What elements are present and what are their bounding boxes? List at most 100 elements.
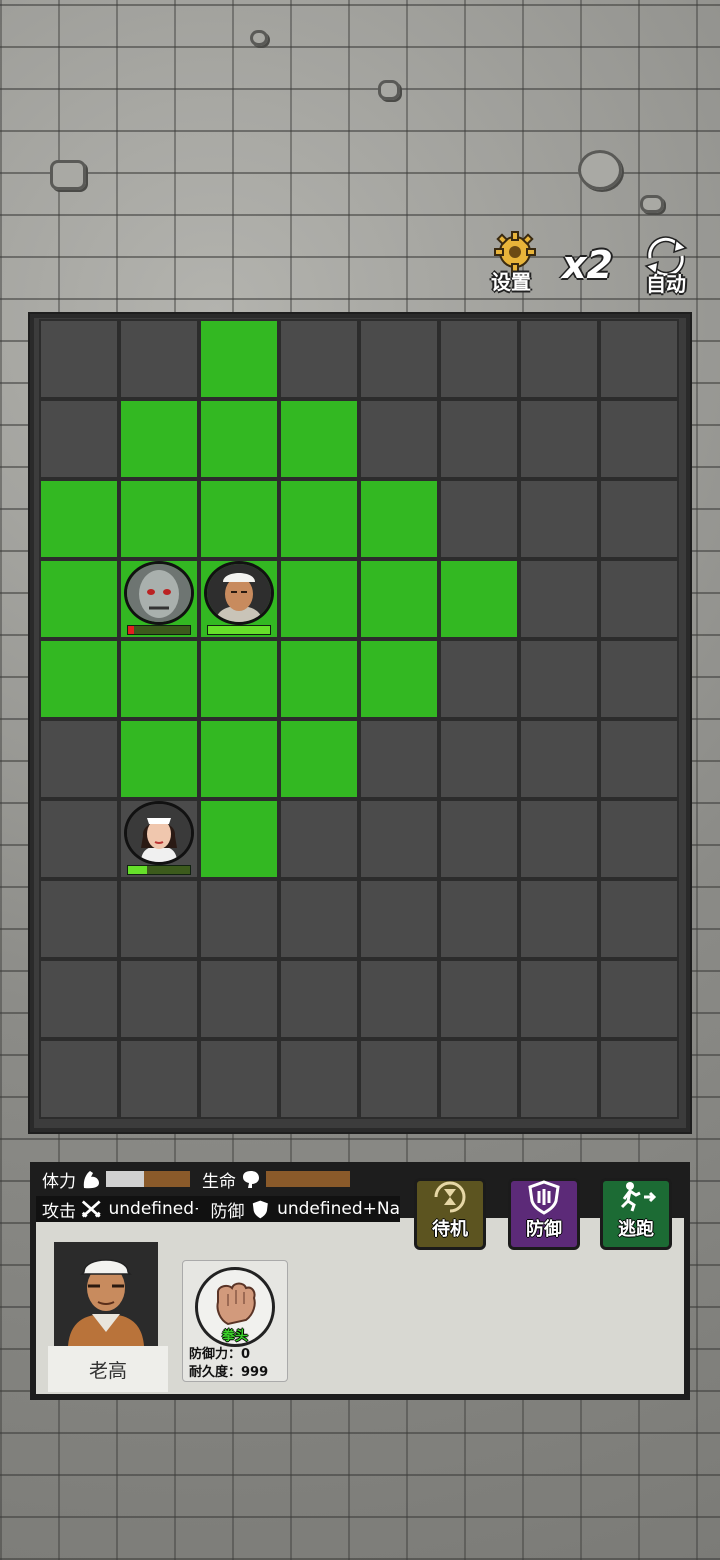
board-cell[interactable]	[39, 959, 119, 1039]
board-grid	[39, 319, 679, 1119]
unit-hp-bar	[127, 625, 191, 635]
board-cell[interactable]	[599, 559, 679, 639]
board-cell[interactable]	[119, 959, 199, 1039]
board-cell[interactable]	[359, 399, 439, 479]
board-cell[interactable]	[599, 719, 679, 799]
board-cell-movable[interactable]	[199, 719, 279, 799]
character-name-plate: 老高	[48, 1346, 168, 1392]
board-cell[interactable]	[39, 879, 119, 959]
life-bar	[266, 1171, 350, 1187]
board-cell[interactable]	[519, 319, 599, 399]
board-cell[interactable]	[439, 879, 519, 959]
defend-label: 防御	[526, 1219, 562, 1240]
board-cell[interactable]	[359, 959, 439, 1039]
board-cell-movable[interactable]	[359, 559, 439, 639]
board-cell[interactable]	[519, 959, 599, 1039]
board-cell[interactable]	[119, 1039, 199, 1119]
board-cell[interactable]	[279, 879, 359, 959]
board-cell[interactable]	[39, 719, 119, 799]
board-cell[interactable]	[119, 879, 199, 959]
flee-button[interactable]: 逃跑	[600, 1178, 672, 1250]
board-cell[interactable]	[439, 319, 519, 399]
board-cell[interactable]	[359, 319, 439, 399]
board-cell-movable[interactable]	[39, 559, 119, 639]
board-cell[interactable]	[439, 639, 519, 719]
board-cell[interactable]	[519, 479, 599, 559]
board-cell[interactable]	[279, 799, 359, 879]
board-cell-movable[interactable]	[359, 639, 439, 719]
auto-button[interactable]: 自动	[634, 230, 698, 298]
settings-button[interactable]: 设置	[480, 228, 542, 296]
board-cell[interactable]	[519, 799, 599, 879]
board-cell[interactable]	[439, 399, 519, 479]
board-cell-movable[interactable]	[119, 479, 199, 559]
board-cell[interactable]	[359, 879, 439, 959]
board-cell-movable[interactable]	[359, 479, 439, 559]
board-cell[interactable]	[439, 719, 519, 799]
board-cell[interactable]	[39, 319, 119, 399]
board-cell-movable[interactable]	[199, 799, 279, 879]
board-cell[interactable]	[439, 959, 519, 1039]
board-cell[interactable]	[519, 639, 599, 719]
board-cell[interactable]	[39, 1039, 119, 1119]
board-cell-movable[interactable]	[39, 639, 119, 719]
board-cell-movable[interactable]	[279, 479, 359, 559]
character-portrait[interactable]	[54, 1242, 158, 1346]
board-cell-movable[interactable]	[199, 479, 279, 559]
board-cell[interactable]	[199, 879, 279, 959]
board-cell-movable[interactable]	[199, 319, 279, 399]
board-cell[interactable]	[439, 1039, 519, 1119]
unit-player[interactable]	[201, 561, 277, 637]
crossed-swords-icon	[81, 1200, 101, 1218]
board-cell[interactable]	[519, 399, 599, 479]
board-cell-movable[interactable]	[119, 639, 199, 719]
board-cell[interactable]	[199, 959, 279, 1039]
standby-button[interactable]: 待机	[414, 1178, 486, 1250]
board-cell[interactable]	[599, 1039, 679, 1119]
board-cell[interactable]	[599, 959, 679, 1039]
board-cell[interactable]	[359, 719, 439, 799]
board-cell[interactable]	[279, 319, 359, 399]
board-cell-movable[interactable]	[119, 399, 199, 479]
board-cell-movable[interactable]	[199, 399, 279, 479]
board-cell[interactable]	[39, 799, 119, 879]
board-cell[interactable]	[519, 1039, 599, 1119]
board-cell-movable[interactable]	[439, 559, 519, 639]
board-cell[interactable]	[599, 799, 679, 879]
weapon-card[interactable]: 拳头 防御力：0 耐久度：999	[182, 1260, 288, 1382]
board-cell[interactable]	[519, 879, 599, 959]
board-cell[interactable]	[439, 479, 519, 559]
board-cell[interactable]	[599, 399, 679, 479]
board-cell[interactable]	[279, 959, 359, 1039]
unit-zombie[interactable]	[121, 561, 197, 637]
board-cell[interactable]	[39, 399, 119, 479]
board-cell-movable[interactable]	[39, 479, 119, 559]
worker-portrait-icon	[54, 1242, 158, 1346]
board-cell[interactable]	[119, 319, 199, 399]
board-cell[interactable]	[599, 319, 679, 399]
board-cell[interactable]	[359, 799, 439, 879]
board-cell-movable[interactable]	[199, 639, 279, 719]
weapon-name: 拳头	[221, 1329, 248, 1344]
unit-hp-fill	[128, 866, 147, 874]
board-cell[interactable]	[519, 719, 599, 799]
board-cell[interactable]	[519, 559, 599, 639]
board-cell[interactable]	[599, 879, 679, 959]
combat-row: 攻击 undefined+NaN 防御 undefined+Na	[36, 1196, 400, 1222]
board-cell[interactable]	[599, 479, 679, 559]
board-cell-movable[interactable]	[279, 639, 359, 719]
board-cell[interactable]	[359, 1039, 439, 1119]
stamina-bar	[106, 1171, 190, 1187]
board-cell[interactable]	[199, 1039, 279, 1119]
speed-toggle[interactable]: x2	[562, 243, 613, 287]
board-cell[interactable]	[279, 1039, 359, 1119]
board-cell-movable[interactable]	[279, 719, 359, 799]
board-cell-movable[interactable]	[279, 559, 359, 639]
board-cell-movable[interactable]	[119, 719, 199, 799]
board-cell[interactable]	[439, 799, 519, 879]
board-cell-movable[interactable]	[279, 399, 359, 479]
worker-portrait-icon	[204, 561, 274, 625]
unit-nurse[interactable]	[121, 801, 197, 877]
board-cell[interactable]	[599, 639, 679, 719]
defend-button[interactable]: 防御	[508, 1178, 580, 1250]
